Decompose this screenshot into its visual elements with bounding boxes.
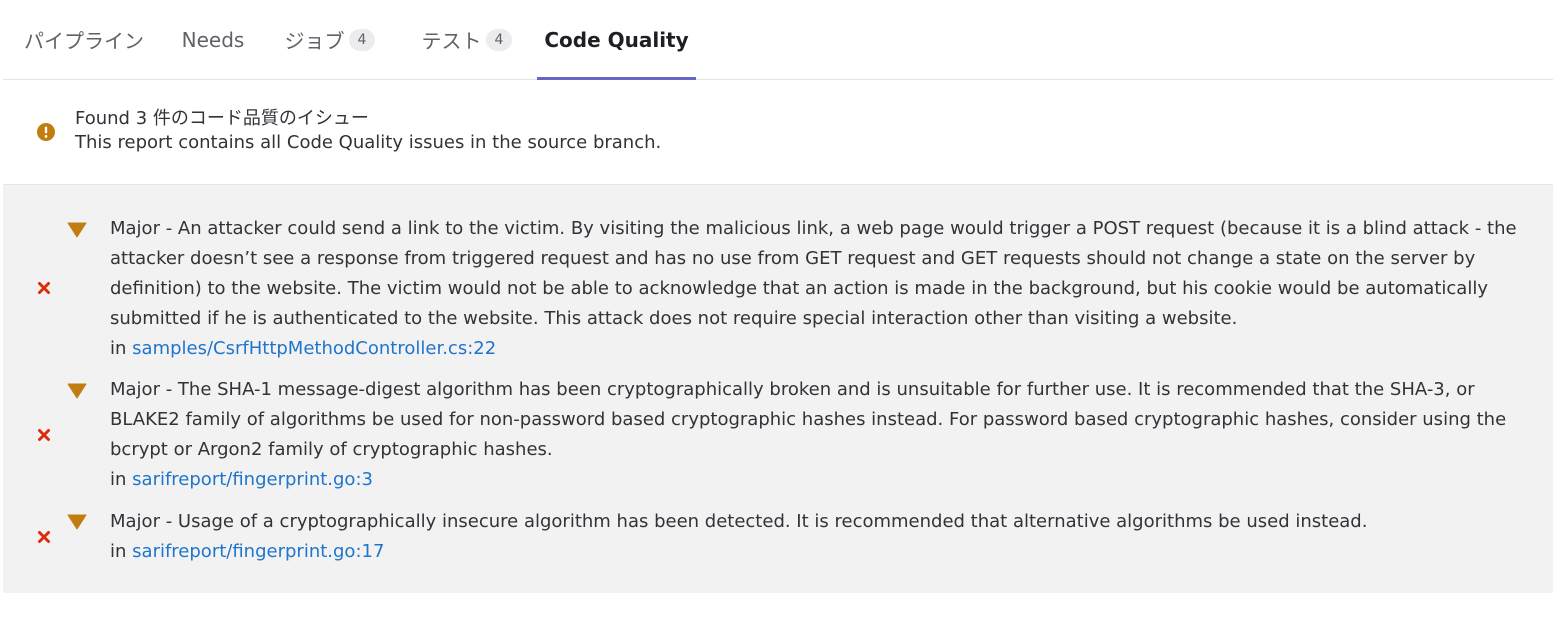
code-quality-summary: Found 3 件のコード品質のイシュー This report contain… [3,80,1553,185]
issue-description: Major - An attacker could send a link to… [110,218,1517,329]
issue-file-link[interactable]: sarifreport/fingerprint.go:3 [132,469,373,490]
issue-location: in sarifreport/fingerprint.go:17 [110,537,1520,567]
tab-jobs-count-badge: 4 [348,28,376,51]
issue-file-link[interactable]: samples/CsrfHttpMethodController.cs:22 [132,338,496,359]
tab-pipeline[interactable]: パイプライン [17,0,151,79]
issue-location: in sarifreport/fingerprint.go:3 [110,465,1520,495]
summary-title: Found 3 件のコード品質のイシュー [75,108,369,129]
tab-tests[interactable]: テスト 4 [411,0,523,79]
tab-tests-label: テスト [421,29,482,53]
issue-location-prefix: in [110,469,127,490]
severity-major-icon [67,222,87,238]
close-icon [38,429,50,441]
tab-code-quality-label: Code Quality [544,28,689,52]
tab-tests-count-badge: 4 [485,28,513,51]
tab-bar: パイプライン Needs ジョブ 4 テスト 4 Code Quality [3,0,1553,80]
issue-description: Major - Usage of a cryptographically ins… [110,511,1368,532]
issue-description: Major - The SHA-1 message-digest algorit… [110,379,1507,460]
list-item: Major - Usage of a cryptographically ins… [3,495,1553,593]
close-icon [38,531,50,543]
issue-location: in samples/CsrfHttpMethodController.cs:2… [110,334,1520,364]
issue-location-prefix: in [110,541,127,562]
tab-needs-label: Needs [181,27,245,52]
summary-subtitle: This report contains all Code Quality is… [75,132,662,153]
tab-pipeline-label: パイプライン [24,29,144,53]
list-item: Major - The SHA-1 message-digest algorit… [3,365,1553,495]
tab-needs[interactable]: Needs [177,0,249,79]
tab-jobs[interactable]: ジョブ 4 [275,0,385,79]
close-icon [38,282,50,294]
severity-major-icon [67,514,87,530]
issue-list: Major - An attacker could send a link to… [3,185,1553,593]
issue-location-prefix: in [110,338,127,359]
warning-circle-icon [37,123,55,141]
tab-jobs-label: ジョブ [284,29,345,53]
tab-code-quality[interactable]: Code Quality [537,0,696,80]
list-item: Major - An attacker could send a link to… [3,185,1553,365]
issue-file-link[interactable]: sarifreport/fingerprint.go:17 [132,541,384,562]
severity-major-icon [67,383,87,399]
